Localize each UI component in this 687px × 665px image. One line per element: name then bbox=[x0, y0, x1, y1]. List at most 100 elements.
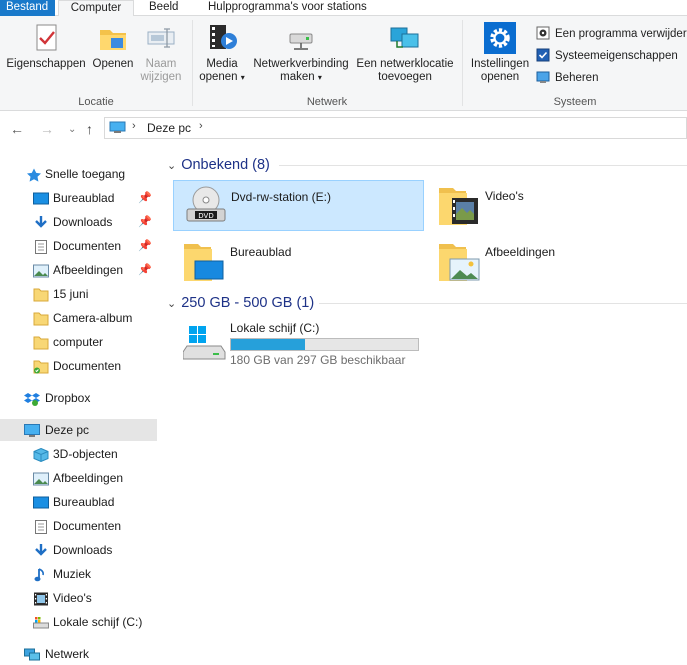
chevron-down-icon[interactable]: ⌄ bbox=[167, 160, 176, 172]
rename-label-line2: wijzigen bbox=[140, 71, 182, 83]
tab-bestand[interactable]: Bestand bbox=[0, 0, 55, 16]
sidebar-item-documenten-sync[interactable]: Documenten bbox=[0, 355, 157, 377]
item-pictures-folder[interactable]: Afbeeldingen bbox=[428, 236, 679, 287]
sidebar-item-afbeeldingen[interactable]: Afbeeldingen 📌 bbox=[0, 259, 157, 281]
tab-beeld[interactable]: Beeld bbox=[141, 0, 186, 16]
dropbox-icon bbox=[24, 391, 40, 406]
ribbon: Eigenschappen Openen Naam wijzigen Locat… bbox=[0, 16, 687, 111]
forward-arrow-icon[interactable]: → bbox=[40, 121, 54, 137]
uninstall-program-button[interactable]: Een programma verwijderen bbox=[536, 26, 687, 44]
properties-button[interactable]: Eigenschappen bbox=[6, 22, 86, 71]
sidebar-item-netwerk[interactable]: Netwerk bbox=[0, 643, 157, 665]
gear-icon bbox=[484, 22, 516, 54]
sidebar-item-label: 15 juni bbox=[53, 287, 89, 301]
drive-usage-bar bbox=[230, 338, 419, 351]
sidebar-item-label: computer bbox=[53, 335, 104, 349]
group-label-systeem: Systeem bbox=[553, 96, 597, 108]
manage-button[interactable]: Beheren bbox=[536, 70, 598, 88]
open-settings-button[interactable]: Instellingen openen bbox=[465, 22, 535, 84]
breadcrumb-location[interactable]: Deze pc bbox=[147, 121, 191, 135]
sidebar-item-documenten-pc[interactable]: Documenten bbox=[0, 515, 157, 537]
settings-label-line2: openen bbox=[480, 71, 520, 83]
open-button[interactable]: Openen bbox=[90, 22, 136, 71]
tab-computer[interactable]: Computer bbox=[58, 0, 134, 17]
map-network-drive-button[interactable]: Netwerkverbinding maken ▾ bbox=[250, 22, 352, 84]
drive-usage-fill bbox=[231, 339, 305, 350]
rename-button[interactable]: Naam wijzigen bbox=[138, 22, 184, 84]
sidebar-item-label: 3D-objecten bbox=[53, 447, 118, 461]
sidebar-item-videos[interactable]: Video's bbox=[0, 587, 157, 609]
svg-text:DVD: DVD bbox=[198, 212, 213, 220]
pictures-icon bbox=[33, 471, 49, 486]
tab-drive-tools[interactable]: Hulpprogramma's voor stations bbox=[200, 0, 375, 16]
open-media-button[interactable]: Media openen ▾ bbox=[199, 22, 245, 84]
properties-label: Eigenschappen bbox=[6, 58, 86, 70]
group-header-onbekend[interactable]: ⌄ Onbekend (8) bbox=[167, 157, 270, 173]
sidebar-item-afbeeldingen-pc[interactable]: Afbeeldingen bbox=[0, 467, 157, 489]
sidebar-item-camera-album[interactable]: Camera-album bbox=[0, 307, 157, 329]
item-dvd-drive[interactable]: DVD Dvd-rw-station (E:) bbox=[173, 180, 424, 231]
pin-icon[interactable]: 📌 bbox=[138, 259, 152, 281]
group-locatie: Eigenschappen Openen Naam wijzigen Locat… bbox=[0, 16, 192, 111]
map-drive-label-line2: maken ▾ bbox=[280, 71, 322, 83]
sidebar-item-computer[interactable]: computer bbox=[0, 331, 157, 353]
pc-icon bbox=[109, 121, 126, 134]
sidebar-item-muziek[interactable]: Muziek bbox=[0, 563, 157, 585]
music-icon bbox=[33, 567, 49, 582]
address-bar[interactable]: › Deze pc › bbox=[104, 117, 687, 139]
sidebar-item-quick-access[interactable]: Snelle toegang bbox=[0, 163, 157, 185]
item-desktop-folder[interactable]: Bureaublad bbox=[173, 236, 424, 287]
sidebar-item-label: Video's bbox=[53, 591, 92, 605]
pin-icon[interactable]: 📌 bbox=[138, 235, 152, 257]
checkbox-properties-icon bbox=[536, 48, 550, 62]
file-view: ⌄ Onbekend (8) DVD Dvd-rw-station (E:) V… bbox=[157, 147, 687, 665]
group-header-size[interactable]: ⌄ 250 GB - 500 GB (1) bbox=[167, 295, 314, 311]
group-divider bbox=[279, 165, 687, 166]
sidebar-item-lokale-schijf[interactable]: Lokale schijf (C:) bbox=[0, 611, 157, 633]
item-videos-folder[interactable]: Video's bbox=[428, 180, 679, 231]
pc-icon bbox=[24, 423, 40, 437]
back-arrow-icon[interactable]: ← bbox=[10, 121, 24, 137]
sidebar-item-label: Bureaublad bbox=[53, 191, 115, 205]
breadcrumb-chevron-icon[interactable]: › bbox=[132, 120, 136, 132]
sidebar-item-15-juni[interactable]: 15 juni bbox=[0, 283, 157, 305]
open-folder-icon bbox=[97, 22, 129, 54]
sidebar-item-label: Afbeeldingen bbox=[53, 263, 124, 277]
sidebar-item-label: Documenten bbox=[53, 239, 122, 253]
sidebar-item-downloads[interactable]: Downloads 📌 bbox=[0, 211, 157, 233]
pictures-folder-icon bbox=[438, 240, 482, 282]
media-icon bbox=[206, 22, 238, 54]
chevron-down-icon[interactable]: ⌄ bbox=[167, 298, 176, 310]
sidebar-item-dropbox[interactable]: Dropbox bbox=[0, 387, 157, 409]
pin-icon[interactable]: 📌 bbox=[138, 187, 152, 209]
drive-icon bbox=[33, 615, 49, 629]
pictures-icon bbox=[33, 263, 49, 278]
rename-icon bbox=[145, 22, 177, 54]
breadcrumb-chevron-icon[interactable]: › bbox=[199, 120, 203, 132]
up-arrow-icon[interactable]: ↑ bbox=[86, 121, 93, 137]
sidebar-item-bureaublad-pc[interactable]: Bureaublad bbox=[0, 491, 157, 513]
3d-objects-icon bbox=[33, 447, 49, 463]
folder-icon bbox=[33, 335, 49, 350]
sidebar-item-label: Lokale schijf (C:) bbox=[53, 615, 143, 629]
sidebar-item-deze-pc[interactable]: Deze pc bbox=[0, 419, 157, 441]
document-icon bbox=[33, 519, 49, 534]
sidebar-item-label: Snelle toegang bbox=[45, 167, 126, 181]
chevron-down-icon: ▾ bbox=[240, 73, 245, 82]
sidebar-item-3d-objecten[interactable]: 3D-objecten bbox=[0, 443, 157, 465]
group-title: Onbekend (8) bbox=[181, 157, 270, 173]
sidebar-item-documenten[interactable]: Documenten 📌 bbox=[0, 235, 157, 257]
sidebar-item-downloads-pc[interactable]: Downloads bbox=[0, 539, 157, 561]
drive-free-space: 180 GB van 297 GB beschikbaar bbox=[230, 353, 406, 367]
download-icon bbox=[33, 215, 49, 229]
pin-icon[interactable]: 📌 bbox=[138, 211, 152, 233]
add-network-location-button[interactable]: Een netwerklocatie toevoegen bbox=[355, 22, 455, 84]
properties-icon bbox=[30, 22, 62, 54]
desktop-icon bbox=[33, 191, 49, 205]
recent-locations-chevron-icon[interactable]: ⌄ bbox=[68, 124, 76, 135]
sidebar-item-label: Downloads bbox=[53, 215, 113, 229]
group-netwerk: Media openen ▾ Netwerkverbinding maken ▾ bbox=[193, 16, 461, 111]
sidebar-item-bureaublad[interactable]: Bureaublad 📌 bbox=[0, 187, 157, 209]
system-properties-button[interactable]: Systeemeigenschappen bbox=[536, 48, 678, 66]
sidebar-item-label: Muziek bbox=[53, 567, 92, 581]
